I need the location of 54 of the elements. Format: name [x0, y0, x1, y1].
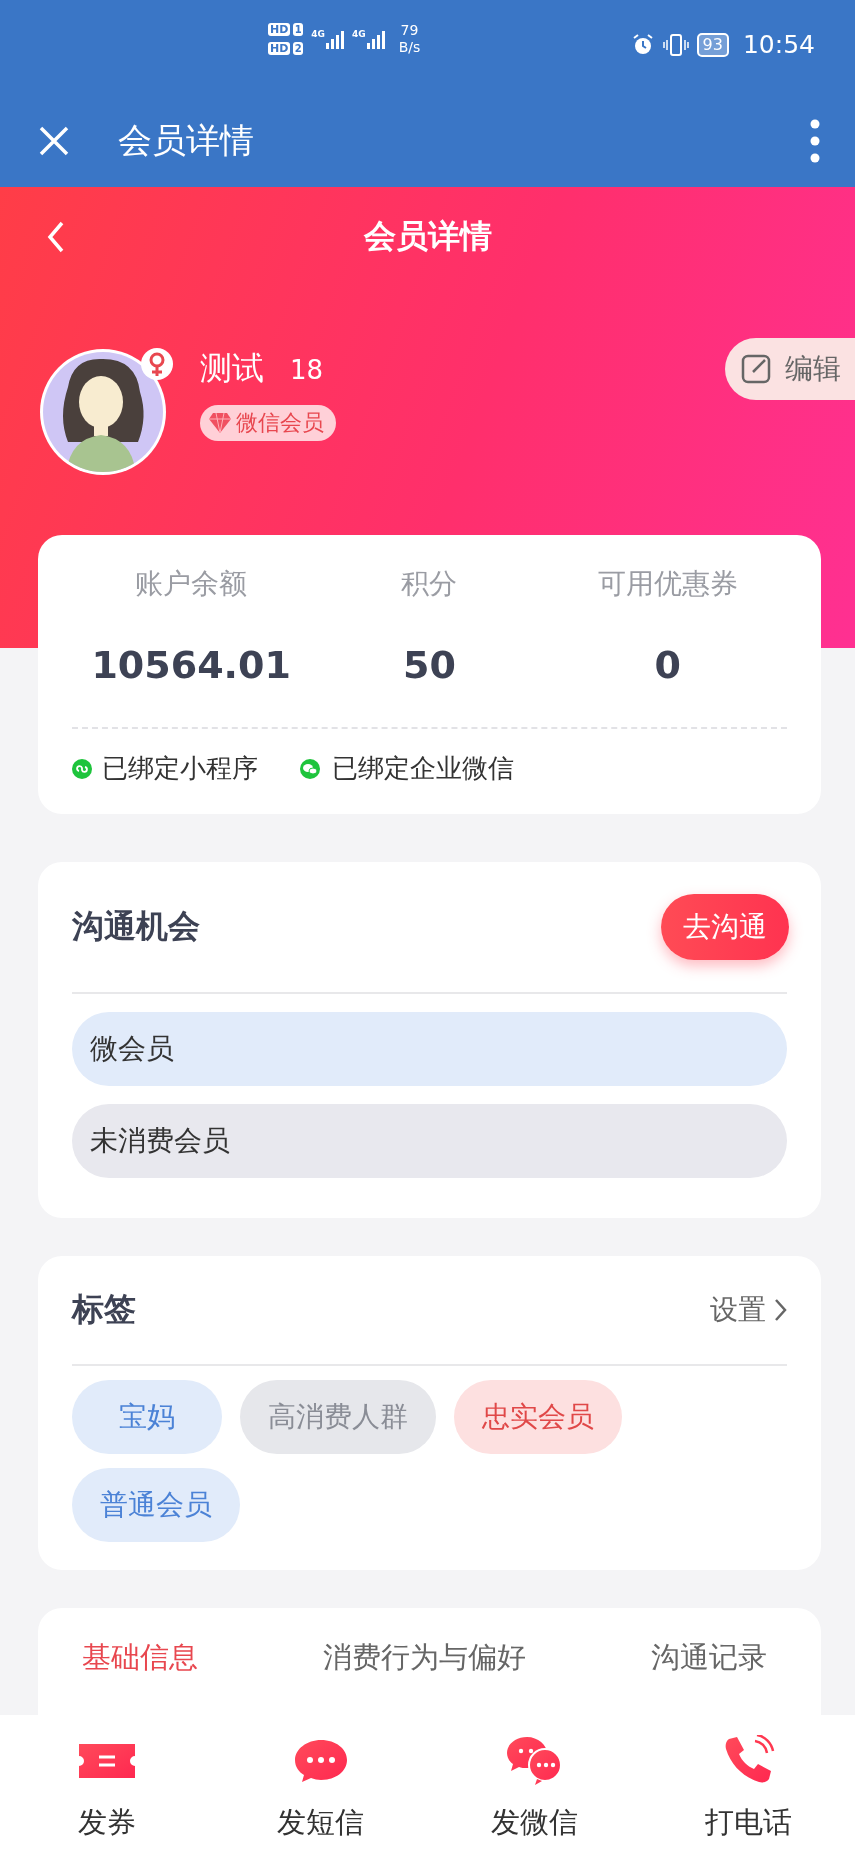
binding-status: 已绑定小程序	[102, 752, 258, 785]
network-type: 4G	[311, 29, 325, 39]
stat-value: 0	[654, 643, 682, 687]
battery-level: 93	[696, 32, 729, 57]
network-type: 4G	[352, 29, 366, 39]
sim-label: HD	[268, 42, 291, 55]
sim-slot: 1	[293, 23, 304, 36]
ticket-icon	[76, 1742, 137, 1780]
member-tag: 忠实会员	[454, 1380, 622, 1454]
edit-icon	[741, 354, 771, 384]
page-title: 会员详情	[363, 216, 492, 257]
member-tag: 宝妈	[72, 1380, 222, 1454]
gem-icon	[208, 411, 232, 435]
member-tag: 高消费人群	[240, 1380, 436, 1454]
member-name: 测试	[200, 348, 264, 389]
opportunity-item[interactable]: 未消费会员	[72, 1104, 787, 1178]
chat-bubble-icon	[292, 1738, 349, 1784]
nav-item[interactable]: 发微信	[427, 1715, 642, 1851]
chat-icon	[298, 758, 322, 779]
member-phone: 18	[290, 355, 324, 385]
signal-icon	[366, 29, 385, 49]
more-menu-icon	[809, 119, 821, 163]
sim-label: HD	[268, 23, 291, 36]
section-title: 沟通机会	[72, 906, 200, 947]
member-tag: 普通会员	[72, 1468, 240, 1542]
binding-status: 已绑定企业微信	[332, 752, 514, 785]
opportunity-item[interactable]: 微会员	[72, 1012, 787, 1086]
stat-label: 可用优惠券	[597, 566, 738, 602]
stat-label: 账户余额	[135, 566, 248, 602]
window-title: 会员详情	[118, 119, 255, 162]
link-icon	[72, 758, 92, 779]
back-icon	[46, 220, 66, 254]
settings-link[interactable]: 设置	[710, 1291, 787, 1329]
nav-item[interactable]: 打电话	[641, 1715, 855, 1851]
sim-slot: 2	[293, 42, 304, 55]
chevron-right-icon	[774, 1298, 787, 1322]
section-title: 标签	[72, 1289, 136, 1330]
detail-tab[interactable]: 沟通记录	[627, 1628, 791, 1688]
nav-item[interactable]: 发短信	[213, 1715, 428, 1851]
stat-value: 50	[403, 643, 456, 687]
clock-time: 10:54	[742, 30, 815, 59]
network-speed: 79	[400, 22, 419, 39]
detail-tab[interactable]: 基础信息	[58, 1628, 222, 1688]
nav-item[interactable]: 发券	[0, 1715, 214, 1851]
signal-icon	[326, 29, 344, 49]
member-badge: 微信会员	[200, 405, 336, 441]
stat-label: 积分	[401, 566, 458, 602]
close-icon	[38, 125, 70, 157]
speed-unit: B/s	[398, 39, 421, 56]
stat-value: 10564.01	[91, 643, 291, 687]
edit-button[interactable]: 编辑	[725, 338, 855, 400]
vibrate-icon	[662, 32, 689, 57]
detail-tab[interactable]: 消费行为与偏好	[299, 1628, 550, 1688]
female-icon	[140, 347, 174, 381]
